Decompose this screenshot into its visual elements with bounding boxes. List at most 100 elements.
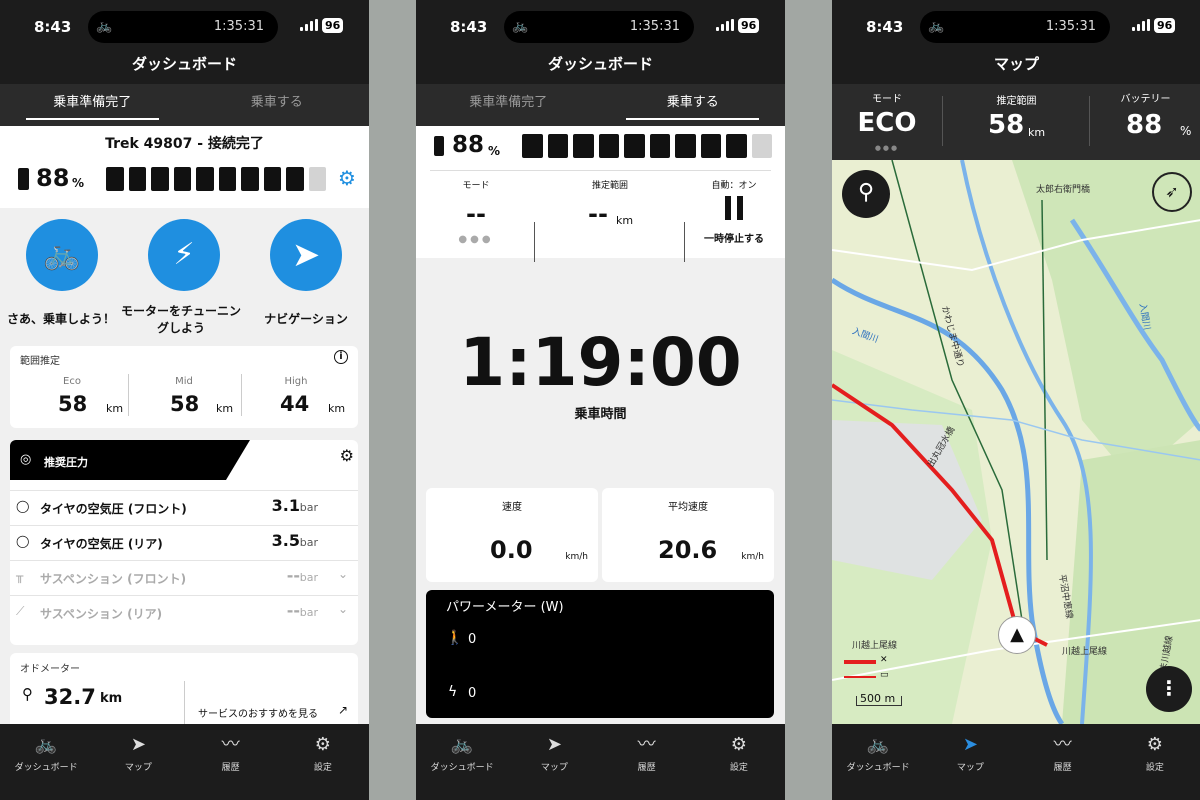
tire-pressure-front-row[interactable]: ◯ タイヤの空気圧 (フロント) 3.1 bar [10, 490, 358, 524]
tire-icon: ◯ [16, 499, 30, 513]
ride-button[interactable]: 🚲 [26, 219, 98, 291]
nav-history[interactable]: 〰履歴 [601, 732, 693, 773]
tire-icon: ◯ [16, 534, 30, 548]
suspension-rear-row[interactable]: ⟋ サスペンション (リア) -- bar ⌄ [10, 595, 358, 629]
navigation-label: ナビゲーション [264, 312, 348, 326]
battery-segment [308, 167, 326, 191]
tab-ride[interactable]: 乗車する [601, 84, 786, 126]
range-value-eco: 58 [58, 392, 88, 416]
status-bar: 8:43 🚲 1:35:31 96 [416, 0, 785, 50]
battery-segment [726, 134, 747, 158]
nav-label: 設定 [313, 763, 332, 773]
unavailable-icon: ✕ [880, 655, 888, 665]
status-bar: 8:43 🚲 1:35:31 96 [832, 0, 1200, 50]
tab-ready[interactable]: 乗車準備完了 [416, 84, 601, 126]
nav-settings[interactable]: ⚙ 設定 [1109, 732, 1200, 773]
range-unit-mid: km [216, 402, 234, 415]
nav-map[interactable]: ➤ マップ [508, 732, 600, 773]
divider [684, 222, 685, 262]
map-view[interactable]: 太郎右衛門橋 出丸冠水橋 平沼中恵線 川越上尾線 川越上尾線 さいたま川越線 か… [832, 160, 1200, 724]
nav-map[interactable]: ➤ マップ [924, 732, 1016, 773]
more-options-button[interactable]: ⋮ [1146, 666, 1192, 712]
nav-history[interactable]: 〰履歴 [185, 732, 277, 773]
current-location-marker: ▲ [998, 616, 1036, 654]
dashboard-ready-screen: 8:43 🚲 1:35:31 96 ダッシュボード 乗車準備完了 乗車する Tr… [0, 0, 369, 800]
row-unit: bar [299, 501, 318, 514]
bike-icon: 🚲 [928, 19, 945, 34]
row-unit: bar [299, 571, 318, 584]
status-time: 8:43 [866, 18, 904, 36]
battery-level-bar [522, 134, 772, 158]
nav-label: ダッシュボード [14, 763, 78, 773]
gauge-icon: ◎ [20, 452, 32, 467]
battery-segment [173, 167, 191, 191]
gear-icon: ⚙ [1146, 734, 1163, 755]
nav-map[interactable]: ➤ マップ [92, 732, 184, 773]
suspension-front-row[interactable]: ╥ サスペンション (フロント) -- bar ⌄ [10, 560, 358, 594]
divider [942, 96, 943, 146]
nav-label: マップ [956, 763, 984, 773]
mode-value: ECO [857, 108, 917, 138]
status-battery: 96 [322, 18, 344, 33]
motor-icon: ⚡ [173, 237, 195, 272]
navigation-button[interactable]: ➤ [270, 219, 342, 291]
tune-motor-button[interactable]: ⚡ [148, 219, 220, 291]
tab-bar: 乗車準備完了 乗車する [416, 84, 785, 126]
speed-label: 速度 [502, 502, 522, 513]
gear-icon: ⚙ [314, 734, 331, 755]
nav-settings[interactable]: ⚙ 設定 [277, 732, 369, 773]
search-button[interactable]: ⚲ [842, 170, 890, 218]
nav-dashboard[interactable]: 🚲 ダッシュボード [416, 732, 508, 773]
range-value: -- [588, 200, 608, 228]
nav-history[interactable]: 〰履歴 [1017, 732, 1109, 773]
range-value-high: 44 [280, 392, 310, 416]
bike-icon: 🚲 [450, 734, 474, 755]
status-battery: 96 [738, 18, 760, 33]
speed-card: 速度 0.0 km/h [426, 488, 598, 582]
nav-label: 設定 [729, 763, 748, 773]
compass-button[interactable]: ➶ [1152, 172, 1192, 212]
battery-segment [218, 167, 236, 191]
battery-value: 88 [36, 164, 70, 192]
nav-dashboard[interactable]: 🚲 ダッシュボード [0, 732, 92, 773]
range-mode-eco: Eco [63, 376, 81, 387]
status-bar: 8:43 🚲 1:35:31 96 [0, 0, 369, 50]
rider-power-value: 0 [468, 632, 477, 647]
battery-segment [547, 134, 568, 158]
range-unit: km [1028, 126, 1046, 139]
nav-dashboard[interactable]: 🚲 ダッシュボード [832, 732, 924, 773]
nav-label: マップ [540, 763, 568, 773]
nav-label: 履歴 [637, 763, 656, 773]
speed-value: 0.0 [490, 536, 533, 564]
gear-icon: ⚙ [730, 734, 747, 755]
signal-icon [1132, 19, 1150, 31]
dynamic-island: 🚲 1:35:31 [920, 11, 1110, 43]
map-stats-bar: モード ECO ●●● 推定範囲 58 km バッテリー 88 % [832, 84, 1200, 160]
battery-label: バッテリー [1120, 94, 1171, 105]
gear-icon[interactable]: ⚙ [340, 446, 354, 465]
page-title: マップ [832, 50, 1200, 84]
fork-icon: ╥ [16, 569, 24, 583]
battery-segment [573, 134, 594, 158]
range-mode-high: High [284, 376, 308, 387]
navigation-arrow-icon: ➤ [130, 734, 146, 755]
tab-ready[interactable]: 乗車準備完了 [0, 84, 185, 126]
nav-settings[interactable]: ⚙ 設定 [693, 732, 785, 773]
mode-label: モード [462, 181, 490, 191]
battery-segment [151, 167, 169, 191]
chevron-down-icon[interactable]: ⌄ [338, 602, 348, 616]
motor-power-value: 0 [468, 686, 477, 701]
row-unit: bar [299, 606, 318, 619]
trend-icon: 〰 [1053, 734, 1072, 755]
tab-ride[interactable]: 乗車する [185, 84, 370, 126]
pause-icon[interactable] [725, 196, 743, 220]
status-battery: 96 [1154, 18, 1176, 33]
service-recommendation-link[interactable]: サービスのおすすめを見る [198, 705, 318, 720]
chevron-down-icon[interactable]: ⌄ [338, 567, 348, 581]
gear-icon[interactable]: ⚙ [338, 166, 356, 190]
range-estimate-card: 範囲推定 i Eco 58 km Mid 58 km High 44 km [10, 346, 358, 428]
row-label: サスペンション (フロント) [40, 572, 187, 586]
pause-button-label[interactable]: 一時停止する [686, 230, 782, 245]
tire-pressure-rear-row[interactable]: ◯ タイヤの空気圧 (リア) 3.5 bar [10, 525, 358, 559]
info-icon[interactable]: i [334, 350, 348, 364]
